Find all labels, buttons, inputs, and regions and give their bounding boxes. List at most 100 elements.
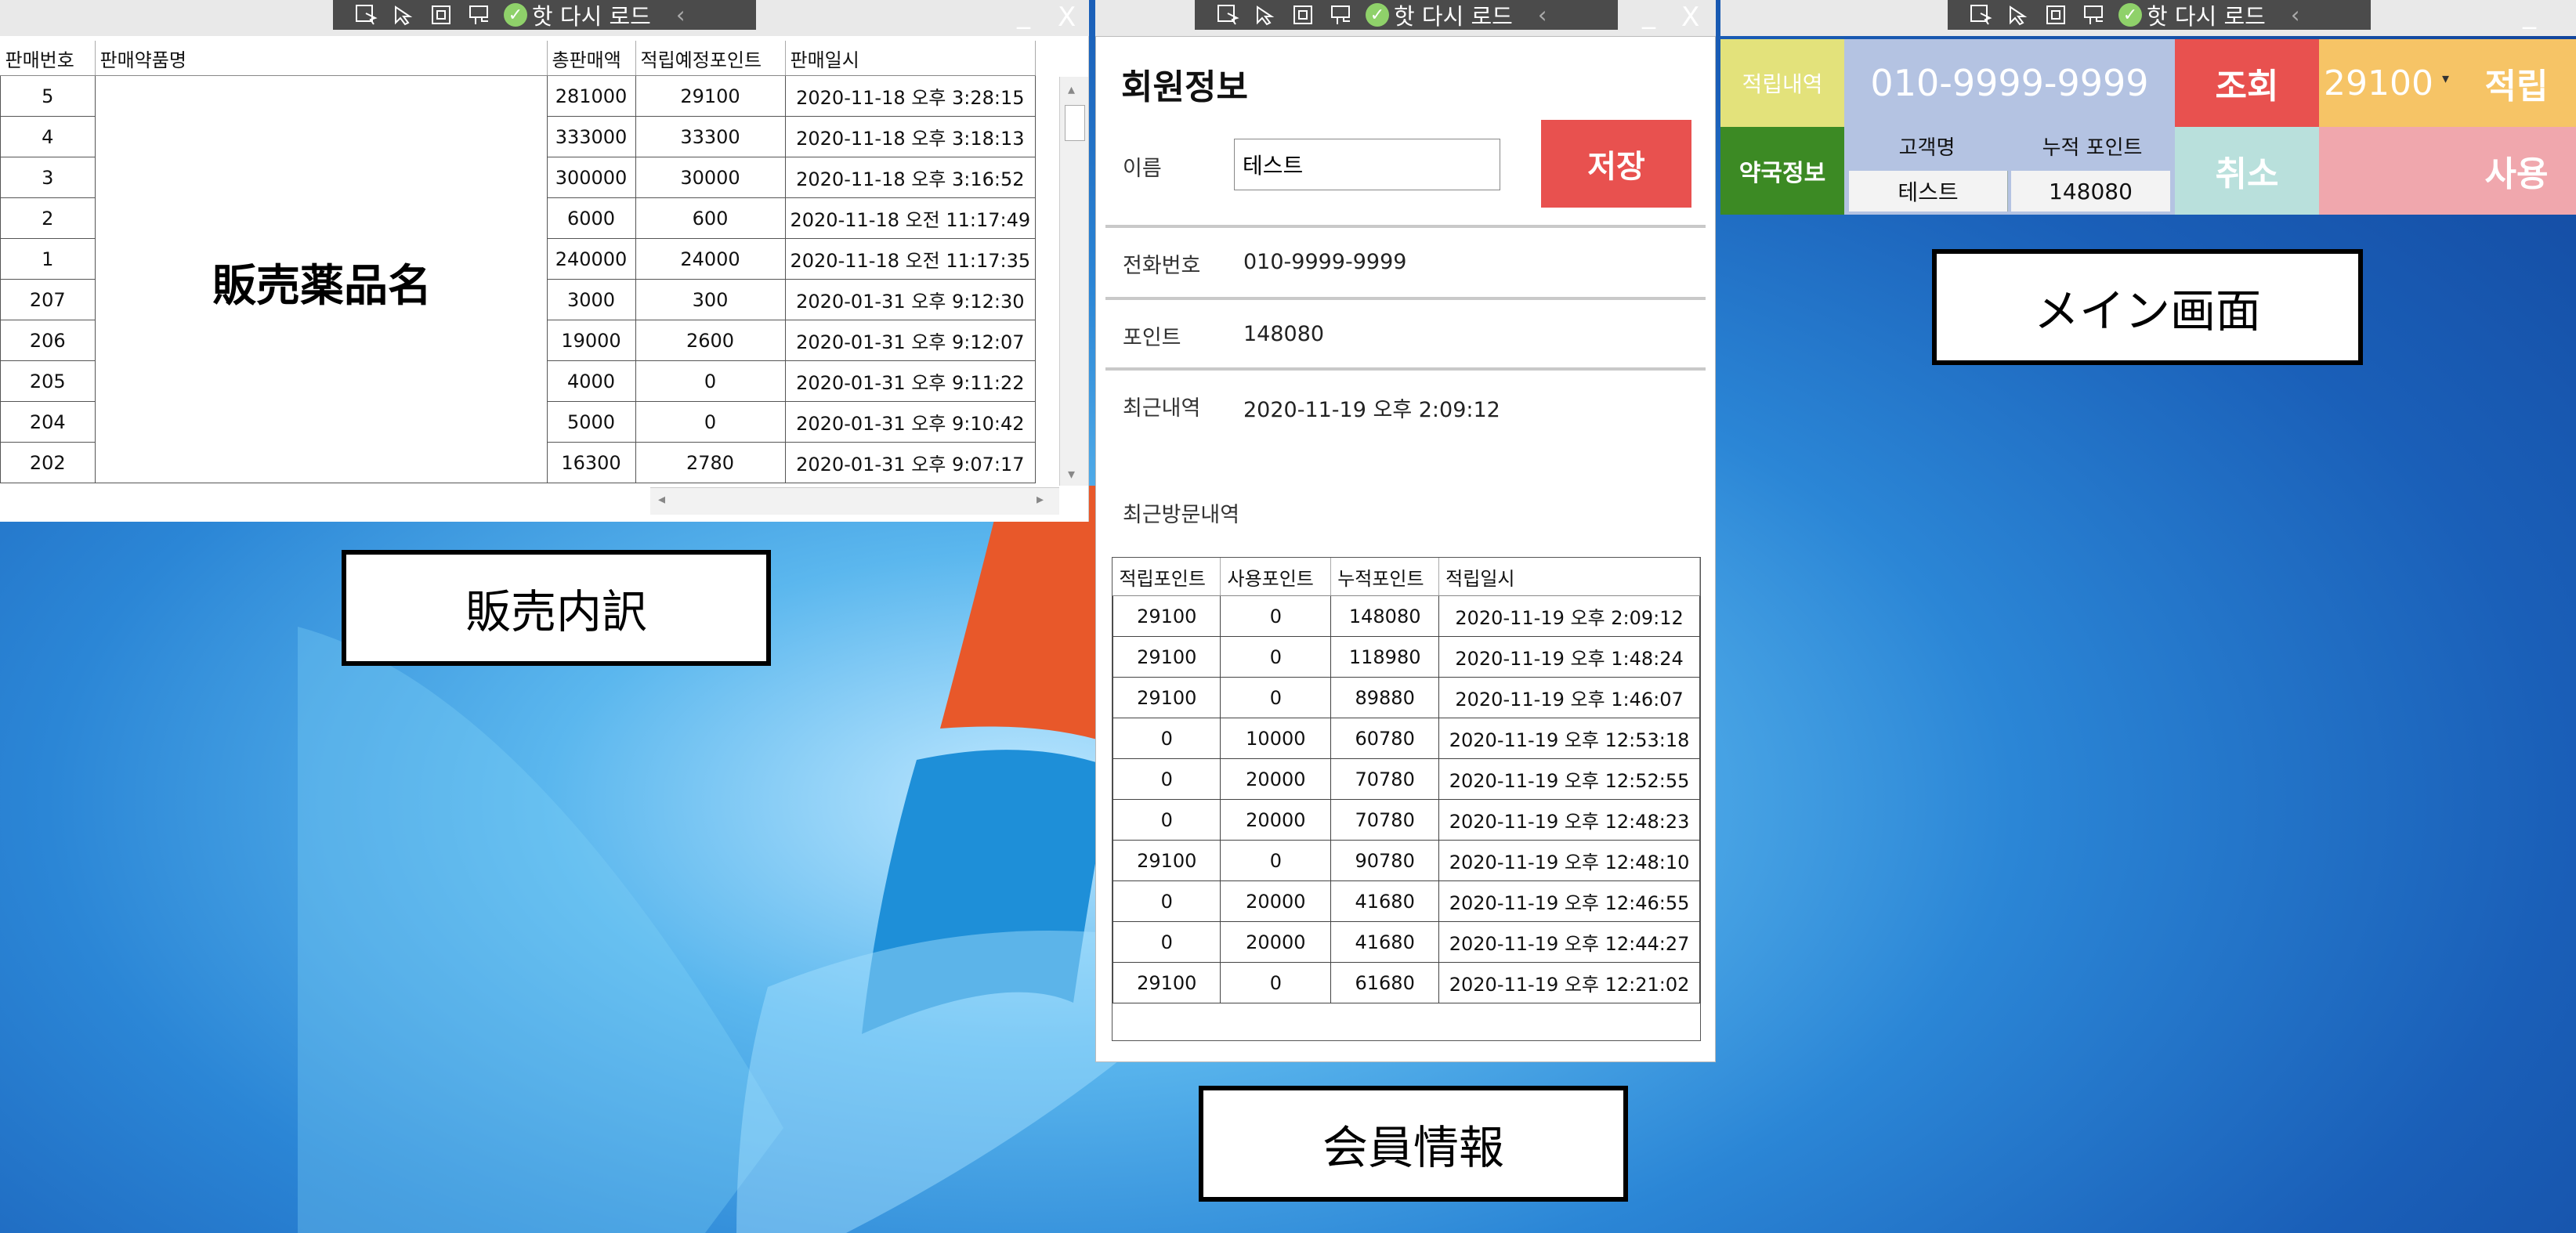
member-minimize-button[interactable]: _	[1642, 0, 1655, 30]
hot-reload-indicator[interactable]: ✓ 핫 다시 로드	[1366, 0, 1513, 31]
member-close-button[interactable]: X	[1681, 2, 1699, 33]
visit-table-row[interactable]: 0 20000 70780 2020-11-19 오후 12:52:55	[1112, 758, 1700, 800]
col-used-points[interactable]: 사용포인트	[1220, 558, 1332, 596]
scroll-down-arrow-icon[interactable]: ▾	[1068, 466, 1075, 483]
col-earned-points[interactable]: 적립포인트	[1113, 558, 1221, 596]
visit-table-row[interactable]: 0 20000 41680 2020-11-19 오후 12:46:55	[1112, 880, 1700, 922]
date-cell: 2020-01-31 오후 9:07:17	[784, 442, 1037, 483]
visit-table-row[interactable]: 29100 0 148080 2020-11-19 오후 2:09:12	[1112, 595, 1700, 637]
col-product-name[interactable]: 판매약품명	[95, 41, 548, 76]
hot-reload-indicator[interactable]: ✓ 핫 다시 로드	[2118, 0, 2266, 31]
chevron-left-icon[interactable]: ‹	[1538, 2, 1547, 28]
lookup-button[interactable]: 조회	[2175, 39, 2319, 127]
visit-table-row[interactable]: 0 10000 60780 2020-11-19 오후 12:53:18	[1112, 718, 1700, 759]
visit-table-row[interactable]: 0 20000 70780 2020-11-19 오후 12:48:23	[1112, 799, 1700, 841]
layout-icon[interactable]	[429, 3, 455, 27]
earn-points-button[interactable]: 적립	[2457, 39, 2576, 127]
scroll-up-arrow-icon[interactable]: ▴	[1068, 81, 1075, 98]
customer-summary: 고객명 누적 포인트 테스트 148080	[1844, 127, 2175, 215]
live-tree-icon[interactable]	[466, 3, 493, 27]
col-sale-no[interactable]: 판매번호	[0, 41, 96, 76]
pointer-icon[interactable]	[391, 3, 418, 27]
pharmacy-info-button[interactable]: 약국정보	[1720, 127, 1844, 215]
save-button[interactable]: 저장	[1541, 120, 1691, 208]
used-points-cell: 0	[1220, 962, 1332, 1003]
main-caption-label: メイン画面	[1932, 249, 2363, 365]
check-icon: ✓	[2118, 3, 2142, 27]
points-cell: 33300	[635, 116, 786, 157]
sale-no-cell: 5	[0, 75, 96, 117]
recent-value: 2020-11-19 오후 2:09:12	[1243, 398, 1500, 422]
accumulated-points-cell: 148080	[1330, 595, 1440, 637]
earned-points-cell: 29100	[1112, 840, 1221, 881]
sales-close-button[interactable]: X	[1058, 2, 1076, 33]
sales-minimize-button[interactable]: _	[1017, 0, 1030, 30]
col-accumulated-points[interactable]: 누적포인트	[1330, 558, 1440, 596]
pointer-icon[interactable]	[2006, 3, 2032, 27]
sales-table-row[interactable]: 5 281000 29100 2020-11-18 오후 3:28:15	[0, 75, 1037, 483]
used-points-cell: 0	[1220, 636, 1332, 678]
main-minimize-button[interactable]: _	[2523, 0, 2536, 30]
col-date[interactable]: 판매일시	[785, 41, 1037, 76]
scroll-left-arrow-icon[interactable]: ◂	[658, 491, 665, 508]
used-points-cell: 0	[1220, 595, 1332, 637]
cancel-button[interactable]: 취소	[2175, 127, 2319, 215]
divider	[1105, 367, 1706, 371]
sales-vertical-scrollbar[interactable]: ▴ ▾	[1059, 77, 1088, 486]
earned-date-cell: 2020-11-19 오후 2:09:12	[1438, 595, 1700, 637]
layout-icon[interactable]	[1290, 3, 1317, 27]
used-points-cell: 20000	[1220, 758, 1332, 800]
visit-table-row[interactable]: 29100 0 118980 2020-11-19 오후 1:48:24	[1112, 636, 1700, 678]
accumulated-points-cell: 61680	[1330, 962, 1440, 1003]
accumulated-points-cell: 41680	[1330, 921, 1440, 963]
phone-search-input[interactable]: 010-9999-9999	[1844, 39, 2175, 127]
chevron-left-icon[interactable]: ‹	[676, 2, 686, 28]
check-icon: ✓	[504, 3, 527, 27]
earned-points-cell: 29100	[1112, 962, 1221, 1003]
live-tree-icon[interactable]	[1328, 3, 1355, 27]
sale-no-cell: 1	[0, 238, 96, 280]
date-cell: 2020-11-18 오후 3:18:13	[784, 116, 1037, 157]
visits-table-header: 적립포인트 사용포인트 누적포인트 적립일시	[1113, 558, 1700, 596]
visit-table-row[interactable]: 29100 0 89880 2020-11-19 오후 1:46:07	[1112, 677, 1700, 718]
sales-horizontal-scrollbar[interactable]: ◂ ▸	[650, 487, 1059, 515]
earned-date-cell: 2020-11-19 오후 12:46:55	[1438, 880, 1700, 922]
visit-table-row[interactable]: 0 20000 41680 2020-11-19 오후 12:44:27	[1112, 921, 1700, 963]
layout-icon[interactable]	[2043, 3, 2070, 27]
pointer-icon[interactable]	[1253, 3, 1279, 27]
visit-table-row[interactable]: 29100 0 61680 2020-11-19 오후 12:21:02	[1112, 962, 1700, 1003]
use-points-button[interactable]: 사용	[2457, 127, 2576, 215]
total-cell: 4000	[546, 360, 636, 402]
chevron-left-icon[interactable]: ‹	[2291, 2, 2300, 28]
live-tree-icon[interactable]	[2081, 3, 2107, 27]
earned-date-cell: 2020-11-19 오후 12:48:10	[1438, 840, 1700, 881]
col-total[interactable]: 총판매액	[547, 41, 636, 76]
earned-points-cell: 0	[1112, 799, 1221, 841]
customer-name-header: 고객명	[1898, 136, 1956, 160]
name-input[interactable]	[1234, 139, 1500, 190]
customer-name-value: 테스트	[1849, 171, 2008, 212]
select-element-icon[interactable]	[353, 3, 380, 27]
col-points[interactable]: 적립예정포인트	[635, 41, 786, 76]
dropdown-arrow-icon: ▾	[2441, 71, 2449, 87]
earned-date-cell: 2020-11-19 오후 1:46:07	[1438, 677, 1700, 718]
scroll-thumb[interactable]	[1065, 105, 1085, 141]
hot-reload-indicator[interactable]: ✓ 핫 다시 로드	[504, 0, 651, 31]
total-cell: 6000	[546, 197, 636, 239]
member-title: 회원정보	[1121, 67, 1248, 107]
date-cell: 2020-01-31 오후 9:10:42	[784, 401, 1037, 443]
visit-table-row[interactable]: 29100 0 90780 2020-11-19 오후 12:48:10	[1112, 840, 1700, 881]
sale-no-cell: 205	[0, 360, 96, 402]
points-cell: 30000	[635, 157, 786, 198]
scroll-right-arrow-icon[interactable]: ▸	[1037, 491, 1044, 508]
point-value: 148080	[1243, 322, 1325, 346]
select-element-icon[interactable]	[1215, 3, 1242, 27]
points-history-button[interactable]: 적립내역	[1720, 39, 1844, 127]
col-earned-date[interactable]: 적립일시	[1438, 558, 1700, 596]
sale-no-cell: 4	[0, 116, 96, 157]
select-element-icon[interactable]	[1968, 3, 1995, 27]
visits-grid-frame: 적립포인트 사용포인트 누적포인트 적립일시 29100 0 148080 2020-…	[1112, 557, 1701, 1041]
date-cell: 2020-11-18 오전 11:17:35	[784, 238, 1037, 280]
total-cell: 19000	[546, 320, 636, 361]
amount-select[interactable]: 29100 ▾	[2319, 39, 2457, 127]
